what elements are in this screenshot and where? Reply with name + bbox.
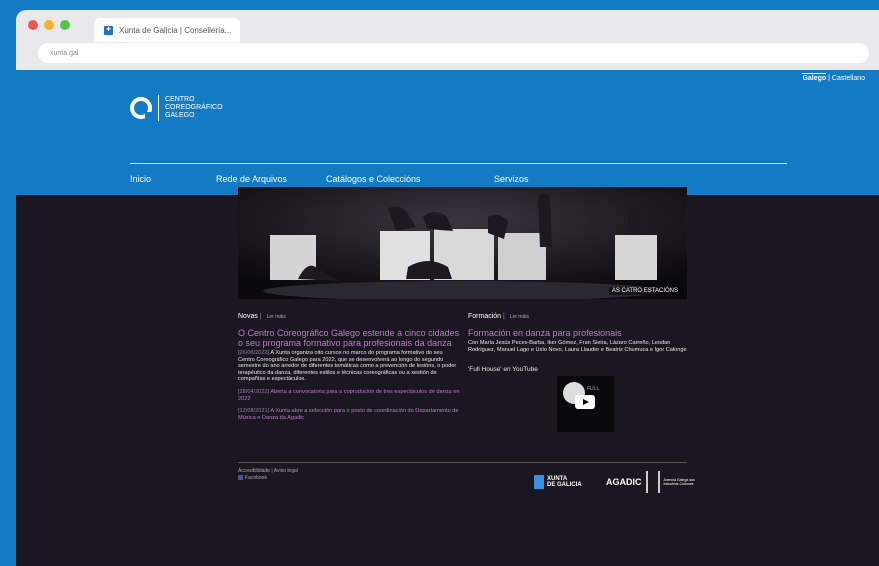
training-section: Formación | Ler máis Formación en danza … [468, 313, 690, 374]
footer-divider [238, 462, 687, 463]
address-bar[interactable]: xunta.gal [38, 43, 869, 63]
facebook-link[interactable]: Facebook [238, 475, 298, 482]
nav-item-catalogos[interactable]: Catálogos e Coleccións [326, 174, 494, 184]
legal-notice-link[interactable]: Aviso legal [274, 468, 298, 474]
main-nav: Inicio Rede de Arquivos Catálogos e Cole… [130, 174, 529, 184]
lang-separator: | [828, 75, 830, 82]
play-icon[interactable] [575, 395, 595, 409]
news-item-text: Aberta a convocatoria para a coprodución… [238, 388, 460, 402]
news-item-link[interactable]: [12/08/2021] A Xunta abre a selección pa… [238, 408, 460, 421]
window-controls [28, 20, 70, 30]
accessibility-link[interactable]: Accesibilidade [238, 468, 270, 474]
news-section-header: Novas | Ler máis [238, 313, 460, 320]
close-window-button[interactable] [28, 20, 38, 30]
xunta-logo-text: XUNTA DE GALICIA [547, 476, 582, 488]
training-more-link[interactable]: Ler máis [510, 314, 529, 320]
training-headline-link[interactable]: Formación en danza para profesionais [468, 328, 690, 338]
minimize-window-button[interactable] [44, 20, 54, 30]
news-item-date: [12/08/2021] [238, 408, 270, 415]
footer-links: Accesibilidade | Aviso legal Facebook [238, 468, 298, 482]
logo-text: CENTRO COREOGRÁFICO GALEGO [165, 96, 223, 120]
agadic-mark-icon [645, 471, 660, 493]
stage-cube [498, 233, 546, 280]
logo-line-2: COREOGRÁFICO [165, 104, 223, 111]
xunta-line-2: DE GALICIA [547, 482, 582, 488]
news-summary: [26/06/2022] A Xunta organiza oito curso… [238, 350, 460, 383]
xunta-logo[interactable]: XUNTA DE GALICIA [534, 475, 582, 489]
logo-line-1: CENTRO [165, 96, 195, 103]
lang-castellano-link[interactable]: Castellano [832, 75, 865, 82]
browser-tab[interactable]: ✚ Xunta de Galicia | Consellería... [94, 18, 240, 42]
maximize-window-button[interactable] [60, 20, 70, 30]
video-overlay-text: FULL [587, 386, 600, 392]
xunta-shield-icon [534, 475, 544, 489]
youtube-video-embed[interactable]: FULL [557, 376, 614, 432]
hero-image[interactable]: AS CATRO ESTACIÓNS [238, 187, 687, 299]
news-date: [26/06/2022] [238, 350, 270, 356]
hero-caption: AS CATRO ESTACIÓNS [608, 287, 681, 295]
site-logo[interactable]: CENTRO COREOGRÁFICO GALEGO [130, 95, 223, 121]
facebook-icon [238, 475, 243, 481]
agadic-logo[interactable]: AGADIC Axencia Galega das Industrias Cul… [606, 471, 700, 493]
youtube-label: 'Full House' en YouTube [468, 366, 538, 374]
nav-item-inicio[interactable]: Inicio [130, 174, 216, 184]
site-header: Galego | Castellano CENTRO COREOGRÁFICO … [16, 70, 879, 195]
news-item-text: A Xunta abre a selección para o posto de… [238, 408, 459, 421]
footer-separator: | [271, 468, 273, 474]
news-separator: | [259, 313, 262, 320]
news-summary-text: A Xunta organiza oito cursos no marco do… [238, 350, 457, 383]
logo-line-3: GALEGO [165, 112, 195, 119]
logo-divider [158, 95, 159, 121]
nav-item-servizos[interactable]: Servizos [494, 174, 529, 184]
stage-cube [615, 235, 657, 280]
agadic-name: AGADIC [606, 477, 642, 487]
training-separator: | [503, 313, 505, 320]
agadic-subtitle: Axencia Galega das Industrias Culturais [663, 478, 695, 486]
dance-photo [238, 187, 687, 299]
url-text: xunta.gal [50, 49, 79, 57]
news-title: Novas [238, 313, 258, 320]
logo-icon [130, 97, 152, 119]
news-item-date: [28/04/2022] [238, 388, 270, 395]
facebook-label: Facebook [245, 475, 267, 481]
news-headline-link[interactable]: O Centro Coreográfico Galego estende a c… [238, 328, 460, 348]
news-more-link[interactable]: Ler máis [267, 314, 286, 320]
lang-galego-link[interactable]: Galego [802, 73, 827, 82]
xunta-favicon-icon: ✚ [104, 25, 113, 35]
nav-divider [130, 163, 787, 164]
training-section-header: Formación | Ler máis [468, 313, 690, 320]
browser-window: ✚ Xunta de Galicia | Consellería... xunt… [16, 10, 879, 566]
training-summary: Con María Jesús Peces-Barba, Iker Gómez,… [468, 340, 687, 353]
nav-item-rede-de-arquivos[interactable]: Rede de Arquivos [216, 174, 326, 184]
language-switcher: Galego | Castellano [802, 73, 865, 82]
news-section: Novas | Ler máis O Centro Coreográfico G… [238, 313, 460, 421]
training-title: Formación [468, 313, 502, 320]
news-item-link[interactable]: [28/04/2022] Aberta a convocatoria para … [238, 389, 460, 402]
browser-chrome: ✚ Xunta de Galicia | Consellería... xunt… [16, 10, 879, 70]
tab-title: Xunta de Galicia | Consellería... [119, 25, 232, 35]
